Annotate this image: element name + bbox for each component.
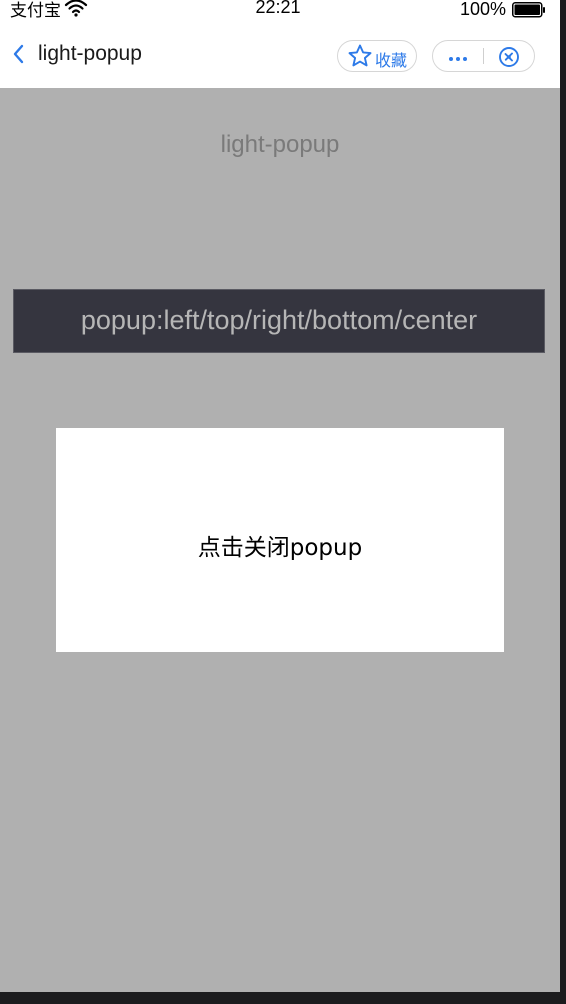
nav-bar: light-popup 收藏 bbox=[0, 24, 560, 88]
close-mini-icon[interactable] bbox=[497, 45, 521, 74]
more-icon[interactable] bbox=[447, 51, 469, 69]
star-icon bbox=[347, 43, 373, 74]
battery-percent: 100% bbox=[459, 0, 506, 19]
capsule-divider bbox=[483, 48, 484, 64]
nav-title: light-popup bbox=[38, 42, 142, 65]
page-title: light-popup bbox=[220, 131, 340, 158]
popup-close-text[interactable]: 点击关闭popup bbox=[56, 528, 504, 562]
popup-panel[interactable]: 点击关闭popup bbox=[56, 428, 504, 652]
app-screen: 支付宝 22:21 100% light-popup 收藏 light-popu… bbox=[0, 0, 560, 992]
popup-bar-label: popup:left/top/right/bottom/center bbox=[80, 305, 478, 335]
back-icon[interactable] bbox=[10, 42, 28, 66]
menu-capsule bbox=[432, 40, 535, 72]
popup-demo-bar[interactable]: popup:left/top/right/bottom/center bbox=[13, 289, 545, 353]
favorite-button[interactable]: 收藏 bbox=[337, 40, 417, 72]
battery-icon bbox=[512, 2, 546, 23]
status-bar: 支付宝 22:21 100% bbox=[0, 0, 560, 24]
favorite-label: 收藏 bbox=[375, 51, 408, 70]
